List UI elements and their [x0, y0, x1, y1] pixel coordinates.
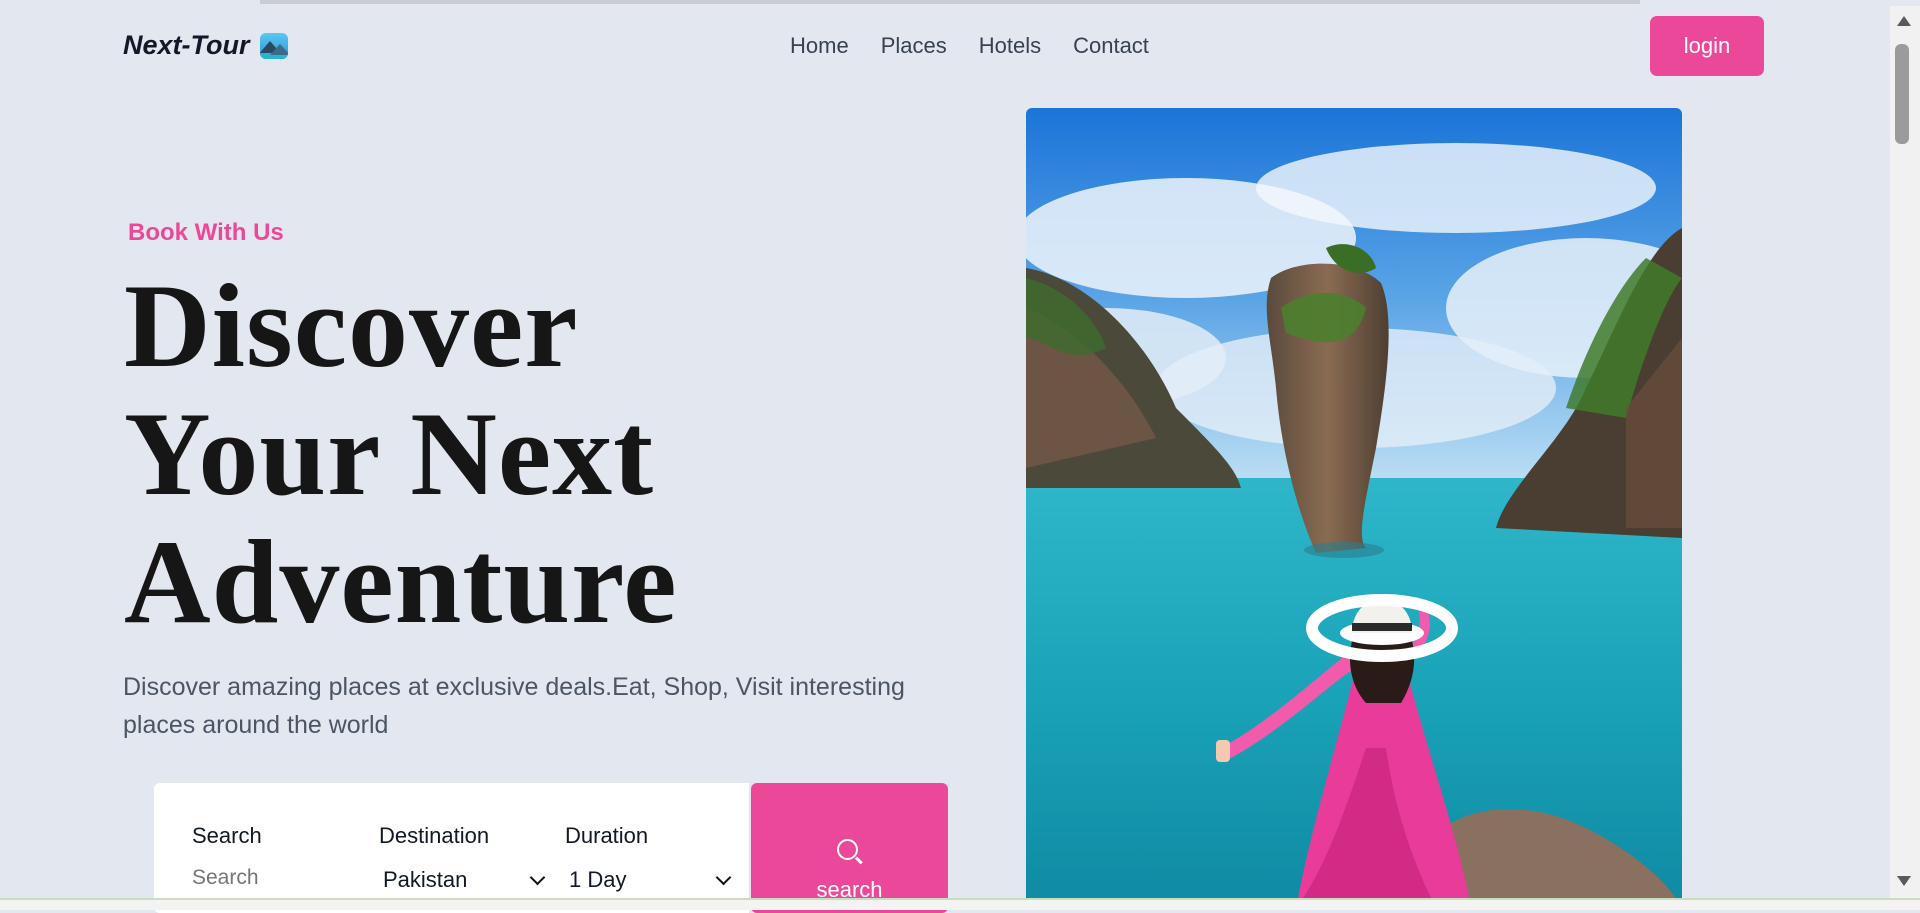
destination-value: Pakistan: [383, 867, 468, 892]
hero-headline: Discover Your Next Adventure: [124, 262, 677, 646]
duration-label: Duration: [565, 823, 649, 848]
chevron-down-icon: [529, 869, 546, 885]
nav-contact[interactable]: Contact: [1073, 33, 1149, 59]
search-button[interactable]: search: [751, 783, 948, 913]
destination-select[interactable]: Pakistan: [383, 867, 546, 893]
travel-scene-illustration: [1026, 108, 1682, 908]
browser-bottom-edge: [0, 898, 1920, 910]
search-label: Search: [192, 823, 262, 848]
search-form: Search Destination Pakistan Duration 1 D…: [154, 783, 749, 913]
login-button[interactable]: login: [1650, 16, 1764, 76]
chevron-down-icon: [715, 869, 732, 885]
duration-field: Duration 1 Day: [565, 823, 732, 892]
brand-logo[interactable]: Next-Tour: [123, 30, 288, 61]
destination-field: Destination Pakistan: [379, 823, 546, 892]
hero-eyebrow: Book With Us: [128, 219, 284, 246]
brand-name: Next-Tour: [123, 30, 250, 60]
hero-description: Discover amazing places at exclusive dea…: [123, 673, 905, 739]
scrollbar-thumb[interactable]: [1895, 44, 1909, 144]
headline-line-3: Adventure: [124, 515, 678, 648]
duration-select[interactable]: 1 Day: [569, 867, 732, 893]
search-field: Search: [192, 823, 342, 890]
duration-value: 1 Day: [569, 867, 627, 892]
headline-line-1: Discover: [124, 259, 579, 392]
search-input[interactable]: [192, 866, 342, 890]
landscape-logo-icon: [259, 32, 288, 59]
destination-label: Destination: [379, 823, 490, 848]
nav-home[interactable]: Home: [790, 33, 849, 59]
scroll-down-arrow-icon[interactable]: [1897, 876, 1911, 886]
nav-places[interactable]: Places: [881, 33, 947, 59]
headline-line-2: Your Next: [124, 387, 655, 520]
search-icon: [837, 839, 858, 860]
nav-hotels[interactable]: Hotels: [979, 33, 1041, 59]
main-nav: Home Places Hotels Contact: [790, 33, 1149, 59]
scroll-up-arrow-icon[interactable]: [1897, 16, 1911, 26]
browser-top-edge: [260, 0, 1640, 4]
hero-image: [1026, 108, 1682, 908]
